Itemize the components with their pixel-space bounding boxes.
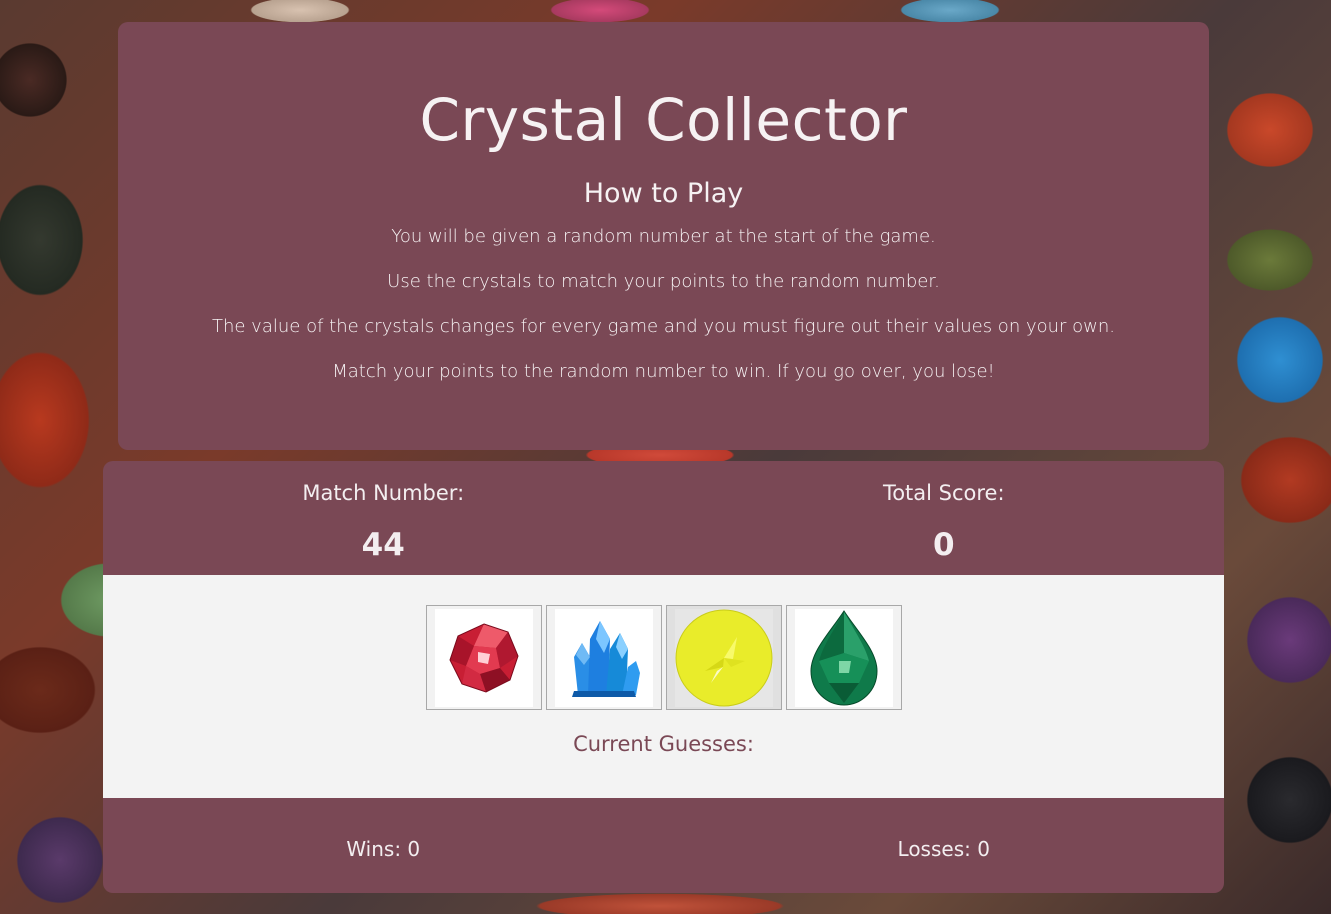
- red-crystal-button[interactable]: [426, 605, 542, 710]
- how-to-play-heading: How to Play: [583, 178, 744, 209]
- blue-crystal-cluster-icon: [555, 608, 653, 707]
- rule-item: The value of the crystals changes for ev…: [211, 316, 1116, 337]
- losses-count: Losses: 0: [897, 837, 990, 861]
- yellow-crystal-button[interactable]: [666, 605, 782, 710]
- scoreboard: Match Number: 44 Total Score: 0: [103, 461, 1224, 575]
- match-number-value: 44: [361, 527, 405, 563]
- crystal-buttons: [426, 605, 902, 710]
- green-crystal-button[interactable]: [786, 605, 902, 710]
- win-loss-record: Wins: 0 Losses: 0: [103, 798, 1224, 893]
- total-score-value: 0: [932, 527, 955, 563]
- game-title: Crystal Collector: [419, 86, 908, 154]
- match-number-label: Match Number:: [302, 481, 465, 505]
- instructions-card: Crystal Collector How to Play You will b…: [118, 22, 1209, 450]
- total-score-label: Total Score:: [882, 481, 1005, 505]
- green-pear-gem-icon: [795, 608, 893, 707]
- current-guesses-label: Current Guesses:: [573, 732, 754, 756]
- rule-item: Match your points to the random number t…: [332, 361, 995, 382]
- red-gem-icon: [435, 608, 533, 707]
- yellow-round-gem-icon: [675, 608, 773, 707]
- rules-list: You will be given a random number at the…: [118, 225, 1209, 405]
- game-board: Match Number: 44 Total Score: 0 Current …: [103, 461, 1224, 893]
- wins-count: Wins: 0: [346, 837, 421, 861]
- rule-item: You will be given a random number at the…: [391, 226, 936, 247]
- blue-crystal-button[interactable]: [546, 605, 662, 710]
- crystal-panel: Current Guesses:: [103, 575, 1224, 798]
- rule-item: Use the crystals to match your points to…: [387, 271, 940, 292]
